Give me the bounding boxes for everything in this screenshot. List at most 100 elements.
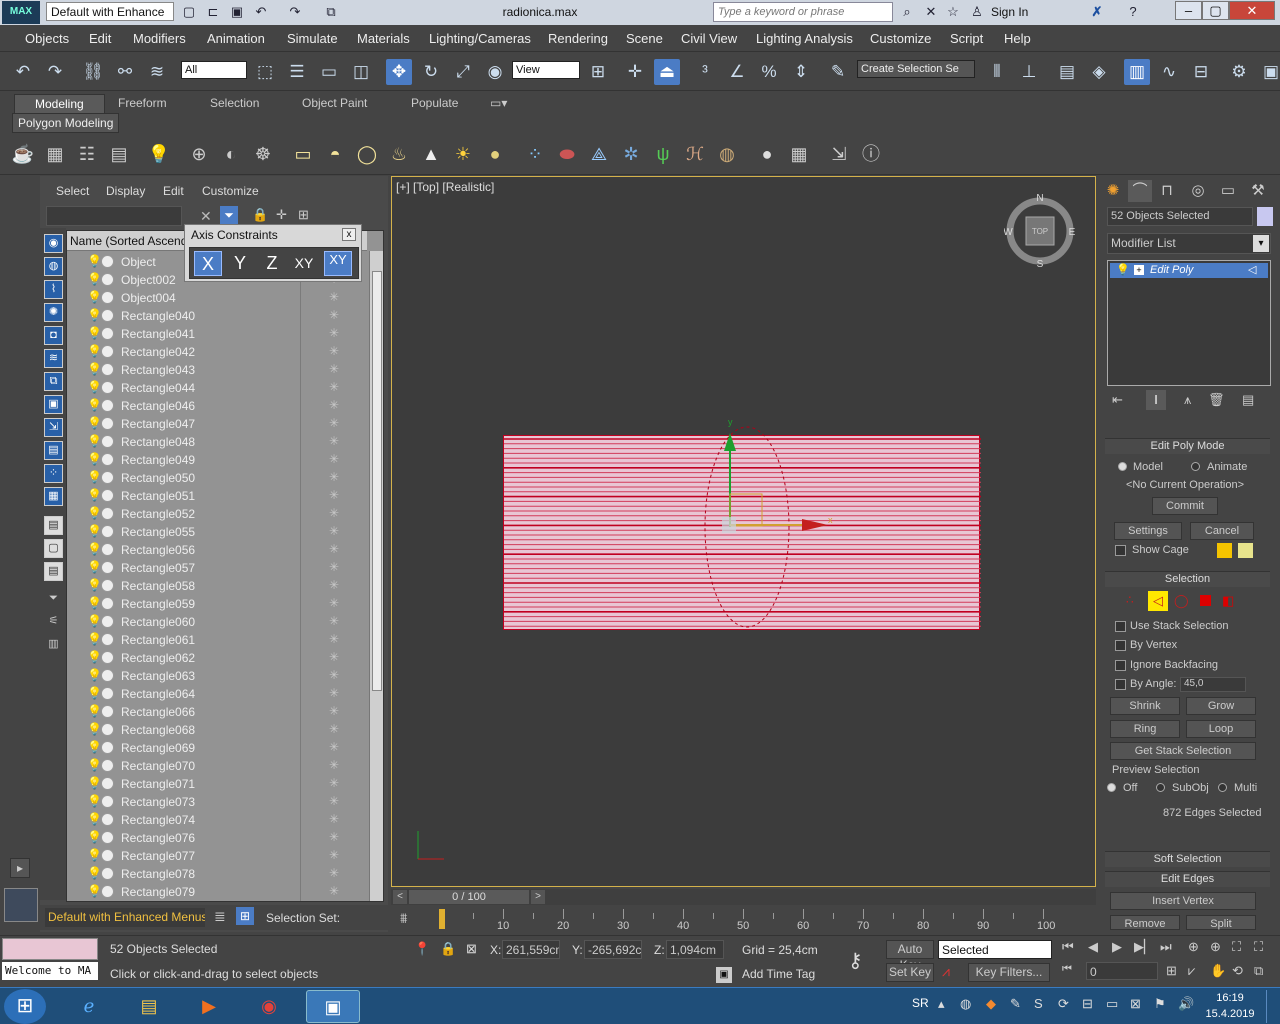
display-xrefs-icon[interactable]: ⇲: [44, 418, 63, 437]
show-desktop-button[interactable]: [1266, 990, 1278, 1023]
clock-time[interactable]: 16:19: [1202, 992, 1258, 1004]
list-icon[interactable]: ☷: [74, 141, 100, 167]
maxscript-listener[interactable]: [2, 938, 98, 960]
renderable-icon[interactable]: [101, 363, 114, 376]
shrink-button[interactable]: Shrink: [1110, 697, 1180, 715]
display-lights-icon[interactable]: ✺: [44, 303, 63, 322]
remove-button[interactable]: Remove: [1110, 915, 1180, 930]
freeze-icon[interactable]: ✳: [329, 776, 339, 790]
display-bones-icon[interactable]: ▤: [44, 441, 63, 460]
material-sphere-icon[interactable]: ●: [754, 141, 780, 167]
split-button[interactable]: Split: [1186, 915, 1256, 930]
binoculars-icon[interactable]: ⌕: [898, 3, 916, 20]
display-all-icon[interactable]: ▦: [44, 487, 63, 506]
light-bulb-icon[interactable]: 💡: [87, 308, 102, 322]
light-bulb-icon[interactable]: 💡: [87, 704, 102, 718]
pill-icon[interactable]: ⬬: [554, 141, 580, 167]
freeze-icon[interactable]: ✳: [329, 542, 339, 556]
menu-animation[interactable]: Animation: [207, 31, 265, 46]
by-angle-checkbox[interactable]: [1115, 679, 1126, 690]
element-mode-icon[interactable]: ◧: [1222, 593, 1234, 609]
window-crossing-icon[interactable]: ◫: [348, 59, 374, 85]
renderable-icon[interactable]: [101, 471, 114, 484]
open-file-icon[interactable]: ⊏: [204, 3, 222, 20]
freeze-icon[interactable]: ✳: [329, 398, 339, 412]
curve-editor-icon[interactable]: ∿: [1156, 59, 1182, 85]
tab-object-paint[interactable]: Object Paint: [302, 96, 367, 110]
display-geometry-icon[interactable]: ◍: [44, 257, 63, 276]
menu-scene[interactable]: Scene: [626, 31, 663, 46]
list-item[interactable]: 💡 Rectangle058 ✳: [67, 577, 367, 595]
angle-snap-icon[interactable]: ∠: [724, 59, 750, 85]
display-spacewarps-icon[interactable]: ⧉: [44, 372, 63, 391]
make-unique-icon[interactable]: ⩚: [1184, 392, 1191, 408]
list-item[interactable]: 💡 Rectangle078 ✳: [67, 865, 367, 883]
display-groups-icon[interactable]: ▣: [44, 395, 63, 414]
ribbon-polygon-modeling[interactable]: Polygon Modeling: [12, 113, 120, 133]
mesh-icon[interactable]: ⟁: [586, 141, 612, 167]
renderable-icon[interactable]: [101, 867, 114, 880]
light-bulb-icon[interactable]: 💡: [87, 470, 102, 484]
gear-icon[interactable]: ✲: [618, 141, 644, 167]
light-bulb-icon[interactable]: 💡: [87, 488, 102, 502]
explorer-menu-select[interactable]: Select: [56, 184, 89, 198]
light-bulb-icon[interactable]: 💡: [87, 578, 102, 592]
use-stack-checkbox[interactable]: [1115, 621, 1126, 632]
light-bulb-icon[interactable]: 💡: [87, 398, 102, 412]
freeze-icon[interactable]: ✳: [329, 326, 339, 340]
freeze-icon[interactable]: ✳: [329, 596, 339, 610]
sky-icon[interactable]: ●: [482, 141, 508, 167]
light-bulb-icon[interactable]: 💡: [87, 506, 102, 520]
list-item[interactable]: 💡 Rectangle055 ✳: [67, 523, 367, 541]
renderable-icon[interactable]: [101, 291, 114, 304]
freeze-icon[interactable]: ✳: [329, 704, 339, 718]
key-set-dropdown[interactable]: Selected: [938, 940, 1052, 959]
light-bulb-icon[interactable]: 💡: [87, 596, 102, 610]
key-mode-icon[interactable]: ⏮: [1062, 963, 1072, 976]
list-item[interactable]: 💡 Rectangle076 ✳: [67, 829, 367, 847]
renderable-icon[interactable]: [101, 255, 114, 268]
redo-icon[interactable]: ↷: [42, 59, 68, 85]
save-icon[interactable]: ▣: [228, 3, 246, 20]
display-cameras-icon[interactable]: ◘: [44, 326, 63, 345]
object-name-field[interactable]: 52 Objects Selected: [1107, 207, 1253, 226]
project-icon[interactable]: ⧉: [322, 3, 340, 20]
internet-explorer-icon[interactable]: ℯ: [62, 990, 116, 1023]
add-icon[interactable]: ✛: [276, 207, 287, 223]
by-vertex-checkbox[interactable]: [1115, 640, 1126, 651]
polygon-mode-icon[interactable]: [1200, 595, 1211, 606]
rotate-icon[interactable]: ↻: [418, 59, 444, 85]
freeze-icon[interactable]: ✳: [329, 794, 339, 808]
undo-icon[interactable]: ↶: [10, 59, 36, 85]
schematic-icon[interactable]: ⊟: [1188, 59, 1214, 85]
light-bulb-icon[interactable]: 💡: [87, 632, 102, 646]
freeze-icon[interactable]: ✳: [329, 308, 339, 322]
tab-populate[interactable]: Populate: [411, 96, 458, 110]
network-icon[interactable]: ⊠: [1130, 996, 1141, 1012]
freeze-icon[interactable]: ✳: [329, 380, 339, 394]
light-bulb-icon[interactable]: 💡: [87, 326, 102, 340]
link-icon[interactable]: ⛓: [80, 59, 106, 85]
table-settings-icon[interactable]: ▥: [44, 636, 63, 655]
freeze-icon[interactable]: ✳: [329, 578, 339, 592]
renderable-icon[interactable]: [101, 309, 114, 322]
list-item[interactable]: 💡 Rectangle047 ✳: [67, 415, 367, 433]
freeze-icon[interactable]: ✳: [329, 524, 339, 538]
language-indicator[interactable]: SR: [912, 996, 929, 1010]
filter-settings-icon[interactable]: ⚟: [44, 613, 63, 632]
light-bulb-icon[interactable]: 💡: [87, 668, 102, 682]
freeze-icon[interactable]: ✳: [329, 632, 339, 646]
go-to-start-icon[interactable]: ⏮: [1062, 939, 1074, 955]
freeze-icon[interactable]: ✳: [329, 650, 339, 664]
exchange-icon[interactable]: ✗: [1088, 3, 1106, 20]
lock-icon[interactable]: 🔒: [252, 207, 268, 223]
sign-in-link[interactable]: Sign In: [991, 5, 1028, 19]
freeze-icon[interactable]: ✳: [329, 848, 339, 862]
time-marker[interactable]: [439, 909, 445, 929]
z-coordinate-field[interactable]: 1,094cm: [666, 940, 724, 959]
teapot-prim-icon[interactable]: ♨: [386, 141, 412, 167]
prev-frame-icon[interactable]: ◀: [1088, 939, 1098, 955]
sphere-icon[interactable]: ◯: [354, 141, 380, 167]
modifier-list-dropdown[interactable]: Modifier List: [1107, 233, 1271, 254]
layer-explorer-icon[interactable]: ◈: [1086, 59, 1112, 85]
